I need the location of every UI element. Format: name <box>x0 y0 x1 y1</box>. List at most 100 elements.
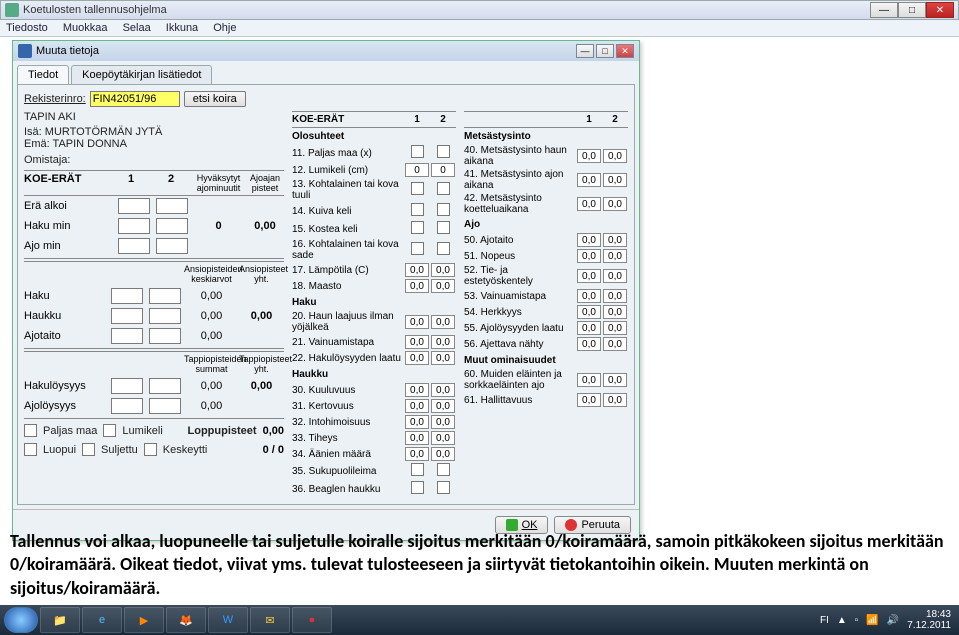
r14-2[interactable] <box>437 203 450 216</box>
haku-min-1[interactable] <box>118 218 150 234</box>
r16-2[interactable] <box>437 242 450 255</box>
r42-1[interactable]: 0,0 <box>577 197 601 211</box>
r20-2[interactable]: 0,0 <box>431 315 455 329</box>
r36-2[interactable] <box>437 481 450 494</box>
hakuloysyys-2[interactable] <box>149 378 181 394</box>
menu-edit[interactable]: Muokkaa <box>63 22 108 34</box>
r11-1[interactable] <box>411 145 424 158</box>
r33-1[interactable]: 0,0 <box>405 431 429 445</box>
r40-1[interactable]: 0,0 <box>577 149 601 163</box>
r31-2[interactable]: 0,0 <box>431 399 455 413</box>
r34-2[interactable]: 0,0 <box>431 447 455 461</box>
haukku-2[interactable] <box>149 308 181 324</box>
r61-1[interactable]: 0,0 <box>577 393 601 407</box>
r12-2[interactable]: 0 <box>431 163 455 177</box>
r11-2[interactable] <box>437 145 450 158</box>
r13-2[interactable] <box>437 182 450 195</box>
r17-1[interactable]: 0,0 <box>405 263 429 277</box>
tray-clock[interactable]: 18:437.12.2011 <box>907 609 951 631</box>
r55-1[interactable]: 0,0 <box>577 321 601 335</box>
tray-lang[interactable]: FI <box>820 615 829 626</box>
luopui-checkbox[interactable] <box>24 443 37 456</box>
r41-1[interactable]: 0,0 <box>577 173 601 187</box>
ajoloysyys-2[interactable] <box>149 398 181 414</box>
search-dog-button[interactable]: etsi koira <box>184 91 246 107</box>
r53-2[interactable]: 0,0 <box>603 289 627 303</box>
taskbar-outlook[interactable]: ✉ <box>250 607 290 633</box>
r20-1[interactable]: 0,0 <box>405 315 429 329</box>
era-alkoi-2[interactable] <box>156 198 188 214</box>
start-button[interactable] <box>4 607 38 633</box>
r56-2[interactable]: 0,0 <box>603 337 627 351</box>
keskeytti-checkbox[interactable] <box>144 443 157 456</box>
r52-1[interactable]: 0,0 <box>577 269 601 283</box>
r50-2[interactable]: 0,0 <box>603 233 627 247</box>
r51-1[interactable]: 0,0 <box>577 249 601 263</box>
maximize-button[interactable]: □ <box>898 2 926 18</box>
reg-input[interactable] <box>90 91 180 107</box>
taskbar-mediaplayer[interactable]: ▶ <box>124 607 164 633</box>
taskbar-ie[interactable]: e <box>82 607 122 633</box>
r14-1[interactable] <box>411 203 424 216</box>
r33-2[interactable]: 0,0 <box>431 431 455 445</box>
r22-1[interactable]: 0,0 <box>405 351 429 365</box>
ajo-min-2[interactable] <box>156 238 188 254</box>
paljas-checkbox[interactable] <box>24 424 37 437</box>
menu-browse[interactable]: Selaa <box>123 22 151 34</box>
haku-1[interactable] <box>111 288 143 304</box>
r32-1[interactable]: 0,0 <box>405 415 429 429</box>
r32-2[interactable]: 0,0 <box>431 415 455 429</box>
tray-network-icon[interactable]: 📶 <box>866 615 878 626</box>
r16-1[interactable] <box>411 242 424 255</box>
r54-1[interactable]: 0,0 <box>577 305 601 319</box>
r18-2[interactable]: 0,0 <box>431 279 455 293</box>
r55-2[interactable]: 0,0 <box>603 321 627 335</box>
r12-1[interactable]: 0 <box>405 163 429 177</box>
r61-2[interactable]: 0,0 <box>603 393 627 407</box>
r21-1[interactable]: 0,0 <box>405 335 429 349</box>
r52-2[interactable]: 0,0 <box>603 269 627 283</box>
hakuloysyys-1[interactable] <box>111 378 143 394</box>
dialog-max-button[interactable]: □ <box>596 44 614 58</box>
ajo-min-1[interactable] <box>118 238 150 254</box>
r30-1[interactable]: 0,0 <box>405 383 429 397</box>
r15-1[interactable] <box>411 221 424 234</box>
r41-2[interactable]: 0,0 <box>603 173 627 187</box>
menu-window[interactable]: Ikkuna <box>166 22 198 34</box>
minimize-button[interactable]: — <box>870 2 898 18</box>
lumi-checkbox[interactable] <box>103 424 116 437</box>
dialog-close-button[interactable]: ✕ <box>616 44 634 58</box>
haku-min-2[interactable] <box>156 218 188 234</box>
taskbar-explorer[interactable]: 📁 <box>40 607 80 633</box>
r51-2[interactable]: 0,0 <box>603 249 627 263</box>
r22-2[interactable]: 0,0 <box>431 351 455 365</box>
tray-up-icon[interactable]: ▲ <box>837 615 847 626</box>
tab-tiedot[interactable]: Tiedot <box>17 65 69 84</box>
r60-1[interactable]: 0,0 <box>577 373 601 387</box>
r21-2[interactable]: 0,0 <box>431 335 455 349</box>
r54-2[interactable]: 0,0 <box>603 305 627 319</box>
r35-2[interactable] <box>437 463 450 476</box>
tray-volume-icon[interactable]: 🔊 <box>887 615 899 626</box>
ajotaito-2[interactable] <box>149 328 181 344</box>
r40-2[interactable]: 0,0 <box>603 149 627 163</box>
taskbar-firefox[interactable]: 🦊 <box>166 607 206 633</box>
menu-help[interactable]: Ohje <box>213 22 236 34</box>
r35-1[interactable] <box>411 463 424 476</box>
r30-2[interactable]: 0,0 <box>431 383 455 397</box>
r18-1[interactable]: 0,0 <box>405 279 429 293</box>
r50-1[interactable]: 0,0 <box>577 233 601 247</box>
r15-2[interactable] <box>437 221 450 234</box>
tray-flag-icon[interactable]: ▫ <box>855 615 859 626</box>
dialog-min-button[interactable]: — <box>576 44 594 58</box>
haukku-1[interactable] <box>111 308 143 324</box>
r36-1[interactable] <box>411 481 424 494</box>
haku-2[interactable] <box>149 288 181 304</box>
era-alkoi-1[interactable] <box>118 198 150 214</box>
ajoloysyys-1[interactable] <box>111 398 143 414</box>
suljettu-checkbox[interactable] <box>82 443 95 456</box>
close-button[interactable]: ✕ <box>926 2 954 18</box>
r56-1[interactable]: 0,0 <box>577 337 601 351</box>
r13-1[interactable] <box>411 182 424 195</box>
r42-2[interactable]: 0,0 <box>603 197 627 211</box>
